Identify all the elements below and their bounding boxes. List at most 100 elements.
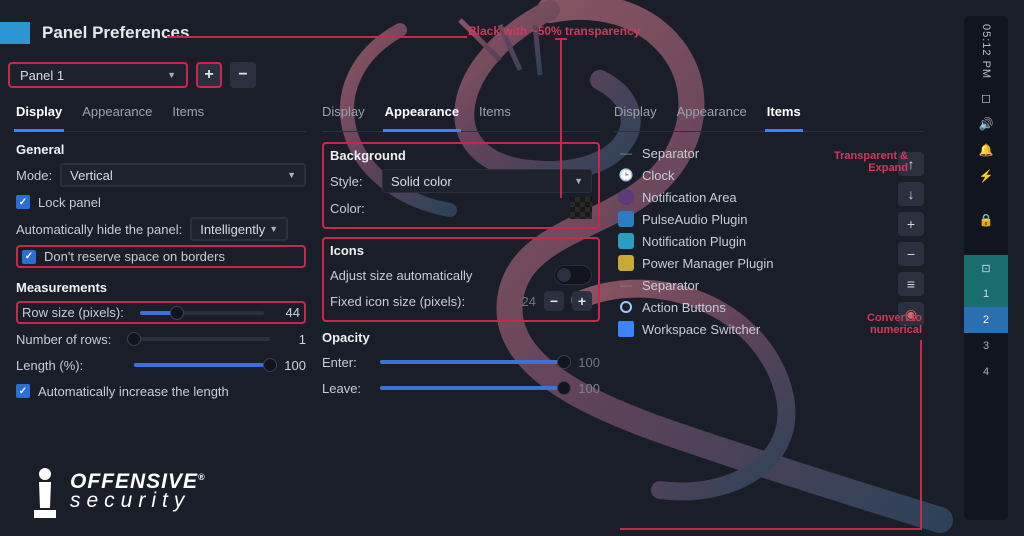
fixed-size-value: 24: [514, 294, 536, 309]
bell-icon[interactable]: 🔔: [977, 143, 995, 157]
tabs-col3: Display Appearance Items: [614, 104, 924, 132]
borders-label: Don't reserve space on borders: [44, 249, 225, 264]
heading-opacity: Opacity: [322, 330, 600, 345]
panel-selector-value: Panel 1: [20, 68, 64, 83]
chevron-down-icon: ▼: [287, 170, 296, 180]
autohide-combo[interactable]: Intelligently ▼: [190, 217, 288, 241]
auto-length-label: Automatically increase the length: [38, 384, 229, 399]
leave-value: 100: [572, 381, 600, 396]
workspace-buttons: ⊡ 1 2 3 4: [964, 255, 1008, 385]
power-icon[interactable]: ⚡: [977, 169, 995, 183]
lock-icon[interactable]: 🔒: [977, 213, 995, 227]
edit-item-button[interactable]: ≡: [898, 272, 924, 296]
annotation-line: [167, 36, 467, 38]
annotation-line: [920, 340, 922, 530]
desktop-button[interactable]: ⊡: [964, 255, 1008, 281]
tab-display[interactable]: Display: [322, 104, 365, 131]
enter-label: Enter:: [322, 355, 372, 370]
tab-appearance[interactable]: Appearance: [82, 104, 152, 131]
list-item[interactable]: PulseAudio Plugin: [614, 208, 924, 230]
separator-icon: —: [618, 277, 634, 293]
length-value: 100: [278, 358, 306, 373]
tab-items[interactable]: Items: [767, 104, 801, 131]
heading-general: General: [16, 142, 306, 157]
page-title: Panel Preferences: [42, 23, 189, 43]
tab-display[interactable]: Display: [16, 104, 62, 131]
annotation-arrowhead: [555, 38, 567, 40]
chevron-down-icon: ▼: [574, 176, 583, 186]
power-manager-icon: [618, 255, 634, 271]
pulseaudio-icon: [618, 211, 634, 227]
tabs-col2: Display Appearance Items: [322, 104, 600, 132]
autohide-label: Automatically hide the panel:: [16, 222, 182, 237]
tab-display[interactable]: Display: [614, 104, 657, 131]
add-item-button[interactable]: +: [898, 212, 924, 236]
workspace-4[interactable]: 4: [964, 359, 1008, 385]
items-column: Display Appearance Items —Separator 🕒Clo…: [614, 104, 924, 340]
numrows-slider[interactable]: [134, 337, 270, 341]
list-item[interactable]: Notification Area: [614, 186, 924, 208]
rowsize-value: 44: [272, 305, 300, 320]
logo-figure-icon: [28, 464, 62, 520]
remove-panel-button[interactable]: −: [230, 62, 256, 88]
list-item[interactable]: Notification Plugin: [614, 230, 924, 252]
auto-length-checkbox[interactable]: ✓: [16, 384, 30, 398]
workspace-2[interactable]: 2: [964, 307, 1008, 333]
leave-slider[interactable]: [380, 386, 564, 390]
workspace-3[interactable]: 3: [964, 333, 1008, 359]
remove-item-button[interactable]: −: [898, 242, 924, 266]
move-down-button[interactable]: ↓: [898, 182, 924, 206]
separator-icon: —: [618, 145, 634, 161]
add-panel-button[interactable]: +: [196, 62, 222, 88]
auto-size-toggle[interactable]: [554, 265, 592, 285]
autohide-value: Intelligently: [200, 222, 265, 237]
tabs-col1: Display Appearance Items: [16, 104, 306, 132]
borders-checkbox[interactable]: ✓: [22, 250, 36, 264]
vertical-panel: 05:12 PM ◻ 🔊 🔔 ⚡ 🔒 ⊡ 1 2 3 4: [964, 16, 1008, 520]
background-group: Background Style: Solid color ▼ Color:: [322, 142, 600, 229]
mode-value: Vertical: [70, 168, 113, 183]
rowsize-label: Row size (pixels):: [22, 305, 132, 320]
tab-items[interactable]: Items: [479, 104, 511, 131]
title-accent: [0, 22, 30, 44]
workspace-1[interactable]: 1: [964, 281, 1008, 307]
chevron-down-icon: ▼: [167, 70, 176, 80]
volume-icon[interactable]: 🔊: [977, 117, 995, 131]
tab-items[interactable]: Items: [172, 104, 204, 131]
fixed-size-label: Fixed icon size (pixels):: [330, 294, 506, 309]
mode-label: Mode:: [16, 168, 52, 183]
auto-size-label: Adjust size automatically: [330, 268, 546, 283]
annotation-line: [560, 38, 562, 198]
notification-area-icon: [618, 189, 634, 205]
enter-slider[interactable]: [380, 360, 564, 364]
tab-appearance[interactable]: Appearance: [385, 104, 459, 131]
fixed-size-dec-button[interactable]: −: [544, 291, 564, 311]
list-item[interactable]: —Separator: [614, 274, 924, 296]
color-label: Color:: [330, 201, 374, 216]
rowsize-slider[interactable]: [140, 311, 264, 315]
display-icon[interactable]: ◻: [977, 91, 995, 105]
workspace-switcher-icon: [618, 321, 634, 337]
icons-group: Icons Adjust size automatically Fixed ic…: [322, 237, 600, 322]
numrows-label: Number of rows:: [16, 332, 126, 347]
annotation-convert: Convert to numerical: [852, 312, 922, 336]
list-item[interactable]: Power Manager Plugin: [614, 252, 924, 274]
lock-panel-label: Lock panel: [38, 195, 101, 210]
fixed-size-inc-button[interactable]: +: [572, 291, 592, 311]
mode-combo[interactable]: Vertical ▼: [60, 163, 306, 187]
leave-label: Leave:: [322, 381, 372, 396]
tab-appearance[interactable]: Appearance: [677, 104, 747, 131]
style-label: Style:: [330, 174, 374, 189]
length-slider[interactable]: [134, 363, 270, 367]
chevron-down-icon: ▼: [269, 224, 278, 234]
enter-value: 100: [572, 355, 600, 370]
panel-clock[interactable]: 05:12 PM: [980, 24, 992, 79]
lock-panel-checkbox[interactable]: ✓: [16, 195, 30, 209]
panel-selector[interactable]: Panel 1 ▼: [8, 62, 188, 88]
clock-icon: 🕒: [618, 167, 634, 183]
annotation-expand: Transparent & Expand: [798, 150, 908, 174]
length-label: Length (%):: [16, 358, 126, 373]
color-swatch[interactable]: [570, 197, 592, 219]
heading-background: Background: [330, 148, 592, 163]
appearance-column: Display Appearance Items Background Styl…: [322, 104, 600, 403]
